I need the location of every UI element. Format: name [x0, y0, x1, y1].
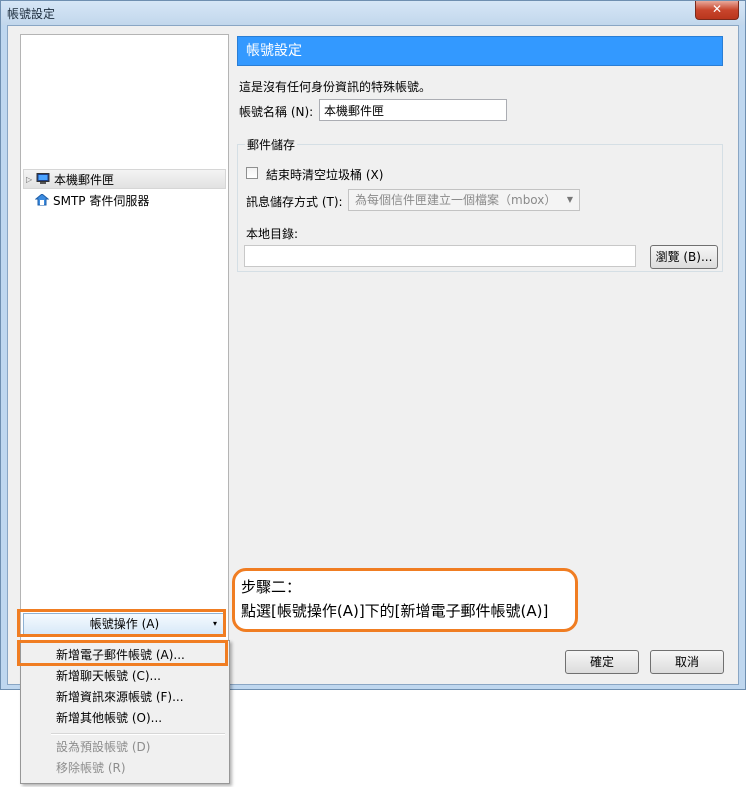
account-tree[interactable]: ▷ 本機郵件匣 SMTP 寄件伺服器 帳號操作 (A) ▾	[20, 34, 229, 656]
empty-trash-label: 結束時清空垃圾桶 (X)	[266, 168, 384, 182]
store-type-select[interactable]: 為每個信件匣建立一個檔案（mbox） ▼	[348, 189, 580, 211]
account-name-label: 帳號名稱 (N):	[239, 105, 314, 119]
local-dir-label: 本地目錄:	[246, 227, 299, 241]
ok-button[interactable]: 確定	[565, 650, 639, 674]
chevron-down-icon: ▼	[566, 195, 573, 204]
menu-separator	[51, 733, 225, 735]
callout-line-2: 點選[帳號操作(A)]下的[新增電子郵件帳號(A)]	[241, 602, 549, 620]
browse-button[interactable]: 瀏覽 (B)...	[650, 245, 718, 269]
menu-item-set-default: 設為預設帳號 (D)	[56, 740, 151, 754]
title-bar[interactable]: 帳號設定 ✕	[1, 1, 745, 25]
store-type-value: 為每個信件匣建立一個檔案（mbox）	[355, 193, 557, 207]
instruction-callout: 步驟二： 點選[帳號操作(A)]下的[新增電子郵件帳號(A)]	[232, 568, 578, 632]
cancel-button[interactable]: 取消	[650, 650, 724, 674]
menu-item-highlight	[17, 640, 228, 666]
account-description: 這是沒有任何身份資訊的特殊帳號。	[239, 80, 432, 94]
empty-trash-checkbox[interactable]	[246, 167, 258, 179]
close-button[interactable]: ✕	[695, 1, 739, 20]
store-type-label: 訊息儲存方式 (T):	[246, 195, 343, 209]
computer-icon	[36, 173, 50, 184]
menu-item-new-feed-account[interactable]: 新增資訊來源帳號 (F)...	[23, 687, 227, 707]
menu-item-new-chat-account[interactable]: 新增聊天帳號 (C)...	[23, 666, 227, 686]
message-storage-group: 郵件儲存 結束時清空垃圾桶 (X) 訊息儲存方式 (T): 為每個信件匣建立一個…	[237, 136, 723, 272]
tree-item-local-folders[interactable]: ▷ 本機郵件匣	[23, 169, 226, 189]
tree-item-label: SMTP 寄件伺服器	[53, 194, 150, 208]
menu-item-remove-account: 移除帳號 (R)	[56, 761, 126, 775]
window-title: 帳號設定	[7, 7, 56, 21]
local-dir-input[interactable]	[244, 245, 636, 267]
menu-item-new-other-account[interactable]: 新增其他帳號 (O)...	[23, 708, 227, 728]
callout-line-1: 步驟二：	[241, 578, 302, 596]
action-button-highlight	[17, 609, 226, 637]
account-name-input[interactable]	[319, 99, 507, 121]
tree-item-label: 本機郵件匣	[54, 173, 115, 187]
expand-arrow-icon[interactable]: ▷	[26, 170, 32, 190]
server-icon	[35, 194, 49, 206]
group-title: 郵件儲存	[245, 136, 298, 153]
settings-header: 帳號設定	[237, 36, 723, 66]
tree-item-smtp-server[interactable]: SMTP 寄件伺服器	[23, 191, 226, 211]
